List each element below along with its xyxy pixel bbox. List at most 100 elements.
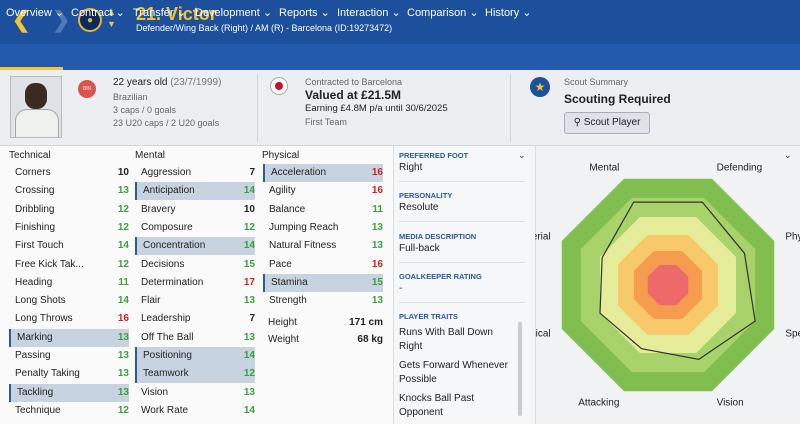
technical-attribute-row[interactable]: Technique 12 [9, 402, 129, 420]
chevron-down-icon: ⌄ [54, 7, 65, 19]
menu-overview[interactable]: Overview ⌄ [6, 0, 64, 26]
attribute-value: 13 [117, 185, 129, 197]
chevron-down-icon: ⌄ [320, 7, 330, 19]
goalkeeper-rating-value: - [399, 283, 403, 294]
divider [510, 74, 511, 142]
goalkeeper-rating-label: GOALKEEPER RATING [399, 272, 482, 281]
media-description-value: Full-back [399, 243, 440, 254]
technical-attribute-row[interactable]: First Touch 14 [9, 237, 129, 255]
menu-reports[interactable]: Reports ⌄ [279, 0, 330, 26]
attribute-name: Technique [15, 404, 61, 416]
attribute-value: 15 [243, 258, 255, 270]
scout-player-button[interactable]: ⚲ Scout Player [564, 112, 650, 134]
mental-attribute-row[interactable]: Composure 12 [135, 219, 255, 237]
menu-history[interactable]: History ⌄ [485, 0, 532, 26]
attribute-name: Acceleration [271, 167, 327, 178]
technical-header: Technical [9, 150, 51, 161]
mental-attribute-row[interactable]: Work Rate 14 [135, 402, 255, 420]
height-row: Height 171 cm [268, 317, 383, 328]
attribute-name: Leadership [141, 313, 191, 325]
attribute-radar-chart: Defending Physical Speed Vision Attacking Tec… [535, 163, 800, 409]
mental-attribute-row[interactable]: Concentration 14 [135, 237, 255, 256]
player-u20-caps: 23 U20 caps / 2 U20 goals [113, 118, 220, 128]
mental-attribute-row[interactable]: Determination 17 [135, 274, 255, 292]
mental-attribute-row[interactable]: Positioning 14 [135, 347, 255, 365]
chevron-down-icon: ⌄ [391, 7, 401, 19]
personality-value: Resolute [399, 202, 439, 213]
mental-attribute-row[interactable]: Decisions 15 [135, 256, 255, 274]
divider [399, 221, 525, 222]
attribute-value: 7 [249, 167, 255, 178]
mental-attribute-row[interactable]: Anticipation 14 [135, 182, 255, 201]
attribute-name: Flair [141, 295, 161, 307]
mental-attribute-row[interactable]: Flair 13 [135, 292, 255, 310]
technical-attribute-row[interactable]: Tackling 13 [9, 383, 129, 402]
radar-axis-label: Attacking [578, 397, 619, 408]
attribute-name: Agility [269, 185, 296, 197]
mental-attribute-row[interactable]: Vision 13 [135, 384, 255, 402]
physical-attribute-row[interactable]: Stamina 15 [263, 273, 383, 292]
mental-attribute-row[interactable]: Teamwork 12 [135, 365, 255, 384]
attribute-name: Strength [269, 295, 307, 307]
mental-attribute-row[interactable]: Aggression 7 [135, 164, 255, 182]
physical-attribute-row[interactable]: Agility 16 [263, 182, 383, 200]
chevron-down-icon[interactable]: ⌄ [518, 150, 526, 161]
physical-attribute-row[interactable]: Strength 13 [263, 292, 383, 310]
player-traits-label: PLAYER TRAITS [399, 312, 458, 321]
mental-attribute-row[interactable]: Bravery 10 [135, 201, 255, 219]
attribute-value: 16 [117, 313, 129, 325]
chevron-down-icon: ⌄ [469, 7, 479, 19]
attribute-value: 15 [371, 276, 383, 288]
menu-development[interactable]: Development ⌄ [195, 0, 272, 26]
player-value: Valued at £21.5M [305, 88, 402, 102]
player-photo [10, 76, 62, 138]
squad-status: First Team [305, 117, 347, 127]
physical-attribute-row[interactable]: Acceleration 16 [263, 164, 383, 182]
menu-comparison[interactable]: Comparison ⌄ [407, 0, 479, 26]
mental-attribute-row[interactable]: Off The Ball 13 [135, 329, 255, 347]
physical-attribute-row[interactable]: Jumping Reach 13 [263, 219, 383, 237]
menu-contract[interactable]: Contract ⌄ [71, 0, 125, 26]
attribute-value: 13 [371, 221, 383, 233]
attribute-value: 7 [249, 313, 255, 325]
technical-attribute-row[interactable]: Marking 13 [9, 328, 129, 347]
chevron-down-icon: ⌄ [115, 7, 125, 19]
attribute-value: 14 [117, 240, 129, 252]
menu-interaction[interactable]: Interaction ⌄ [337, 0, 401, 26]
preferred-foot-label: PREFERRED FOOT [399, 151, 469, 160]
technical-attribute-row[interactable]: Long Throws 16 [9, 310, 129, 328]
attribute-name: Pace [269, 258, 292, 270]
attribute-name: Decisions [141, 258, 185, 270]
technical-attribute-row[interactable]: Penalty Taking 13 [9, 365, 129, 383]
physical-attribute-row[interactable]: Balance 11 [263, 201, 383, 219]
attribute-value: 14 [117, 295, 129, 307]
attribute-name: Composure [141, 221, 193, 233]
attribute-value: 16 [371, 185, 383, 197]
mental-attribute-row[interactable]: Leadership 7 [135, 310, 255, 328]
menu-transfer[interactable]: Transfer ⌄ [133, 0, 186, 26]
traits-scrollbar[interactable] [518, 322, 522, 416]
nation-flag-icon[interactable]: tmt [78, 80, 96, 98]
technical-attribute-row[interactable]: Finishing 12 [9, 219, 129, 237]
chevron-down-icon: ⌄ [176, 7, 186, 19]
technical-attribute-row[interactable]: Heading 11 [9, 274, 129, 292]
player-nationality: Brazilian [113, 92, 148, 102]
attribute-name: Tackling [17, 386, 54, 398]
magnifier-icon: ⚲ [573, 117, 581, 128]
technical-attribute-row[interactable]: Corners 10 [9, 164, 129, 182]
technical-attribute-row[interactable]: Free Kick Tak... 12 [9, 256, 129, 274]
attribute-name: First Touch [15, 240, 64, 252]
technical-attribute-row[interactable]: Passing 13 [9, 347, 129, 365]
physical-attribute-row[interactable]: Pace 16 [263, 256, 383, 274]
physical-attribute-row[interactable]: Natural Fitness 13 [263, 237, 383, 255]
technical-attribute-row[interactable]: Crossing 13 [9, 182, 129, 200]
attribute-name: Jumping Reach [269, 221, 339, 233]
technical-attribute-row[interactable]: Dribbling 12 [9, 201, 129, 219]
attribute-value: 12 [117, 258, 129, 270]
attribute-name: Teamwork [143, 368, 189, 380]
technical-attribute-row[interactable]: Long Shots 14 [9, 292, 129, 310]
scout-star-icon: ★ [530, 77, 550, 97]
attribute-value: 13 [117, 368, 129, 380]
media-description-label: MEDIA DESCRIPTION [399, 232, 477, 241]
club-contract-icon [270, 77, 288, 95]
